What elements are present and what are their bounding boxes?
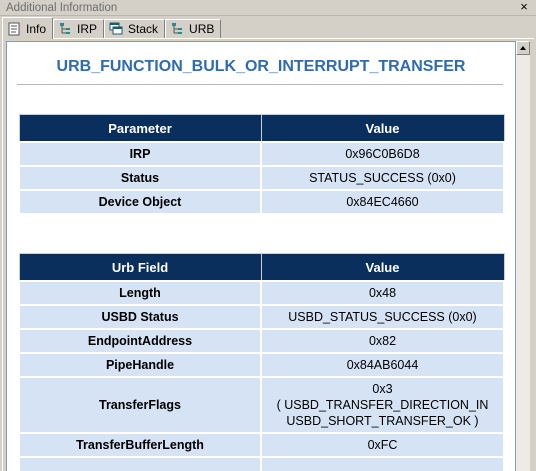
tab-stack[interactable]: Stack	[104, 19, 166, 38]
row-value: 0x48	[260, 280, 505, 306]
row-value: USBD_STATUS_SUCCESS (0x0)	[260, 304, 505, 330]
page-title: URB_FUNCTION_BULK_OR_INTERRUPT_TRANSFER	[56, 58, 466, 75]
row-name: IRP	[18, 141, 262, 167]
close-icon[interactable]: ×	[518, 0, 530, 14]
tab-urb-label: URB	[189, 22, 215, 36]
row-name: Device Object	[18, 189, 262, 215]
row-value	[260, 456, 505, 471]
table-row: Device Object 0x84EC4660	[18, 189, 505, 215]
row-value: 0xFC	[260, 432, 505, 458]
row-name: USBD Status	[18, 304, 262, 330]
row-name: Length	[18, 280, 262, 306]
vertical-scrollbar[interactable]	[516, 41, 530, 471]
row-value: 0x3 ( USBD_TRANSFER_DIRECTION_IN USBD_SH…	[260, 376, 505, 434]
row-value: 0x82	[260, 328, 505, 354]
tab-info[interactable]: Info	[2, 17, 54, 39]
column-header: Urb Field	[18, 253, 262, 282]
info-content: URB_FUNCTION_BULK_OR_INTERRUPT_TRANSFER …	[6, 41, 516, 471]
row-value: 0x84AB6044	[260, 352, 505, 378]
row-name: PipeHandle	[18, 352, 262, 378]
row-name: Status	[18, 165, 262, 191]
column-header: Value	[260, 253, 505, 282]
column-header: Value	[260, 114, 505, 143]
row-value: 0x84EC4660	[260, 189, 505, 215]
table-header-row: Urb Field Value	[18, 253, 505, 282]
table-row: IRP 0x96C0B6D8	[18, 141, 505, 167]
tab-stack-label: Stack	[128, 22, 159, 36]
table-row: Length 0x48	[18, 280, 505, 306]
column-header: Parameter	[18, 114, 262, 143]
tab-irp[interactable]: IRP	[53, 19, 105, 38]
table-row	[18, 456, 505, 471]
row-name: EndpointAddress	[18, 328, 262, 354]
row-value: 0x96C0B6D8	[260, 141, 505, 167]
tab-urb[interactable]: URB	[165, 19, 222, 38]
tab-info-label: Info	[26, 21, 47, 36]
info-page-icon	[7, 22, 21, 36]
tab-strip: Info IRP Stack URB	[0, 16, 536, 39]
tree-icon	[170, 22, 184, 36]
panel-title: Additional Information	[6, 1, 118, 14]
table-row: TransferBufferLength 0xFC	[18, 432, 505, 458]
stack-windows-icon	[109, 22, 123, 36]
table-row: TransferFlags 0x3 ( USBD_TRANSFER_DIRECT…	[18, 376, 505, 434]
row-name: TransferFlags	[18, 376, 262, 434]
tree-icon	[58, 22, 72, 36]
scroll-up-arrow-icon[interactable]	[516, 41, 530, 55]
tab-irp-label: IRP	[77, 22, 98, 36]
row-value: STATUS_SUCCESS (0x0)	[260, 165, 505, 191]
table-header-row: Parameter Value	[18, 114, 505, 143]
urb-field-table: Urb Field Value Length 0x48 USBD Status …	[18, 253, 505, 471]
parameter-table: Parameter Value IRP 0x96C0B6D8 Status ST…	[18, 114, 505, 215]
row-name	[18, 456, 262, 471]
panel-titlebar: Additional Information ×	[0, 0, 536, 16]
table-row: USBD Status USBD_STATUS_SUCCESS (0x0)	[18, 304, 505, 330]
value-line: 0x3	[372, 382, 393, 396]
table-row: Status STATUS_SUCCESS (0x0)	[18, 165, 505, 191]
row-name: TransferBufferLength	[18, 432, 262, 458]
table-row: PipeHandle 0x84AB6044	[18, 352, 505, 378]
divider	[17, 84, 503, 85]
value-line: ( USBD_TRANSFER_DIRECTION_IN	[276, 398, 489, 412]
value-line: USBD_SHORT_TRANSFER_OK )	[286, 414, 479, 428]
table-row: EndpointAddress 0x82	[18, 328, 505, 354]
